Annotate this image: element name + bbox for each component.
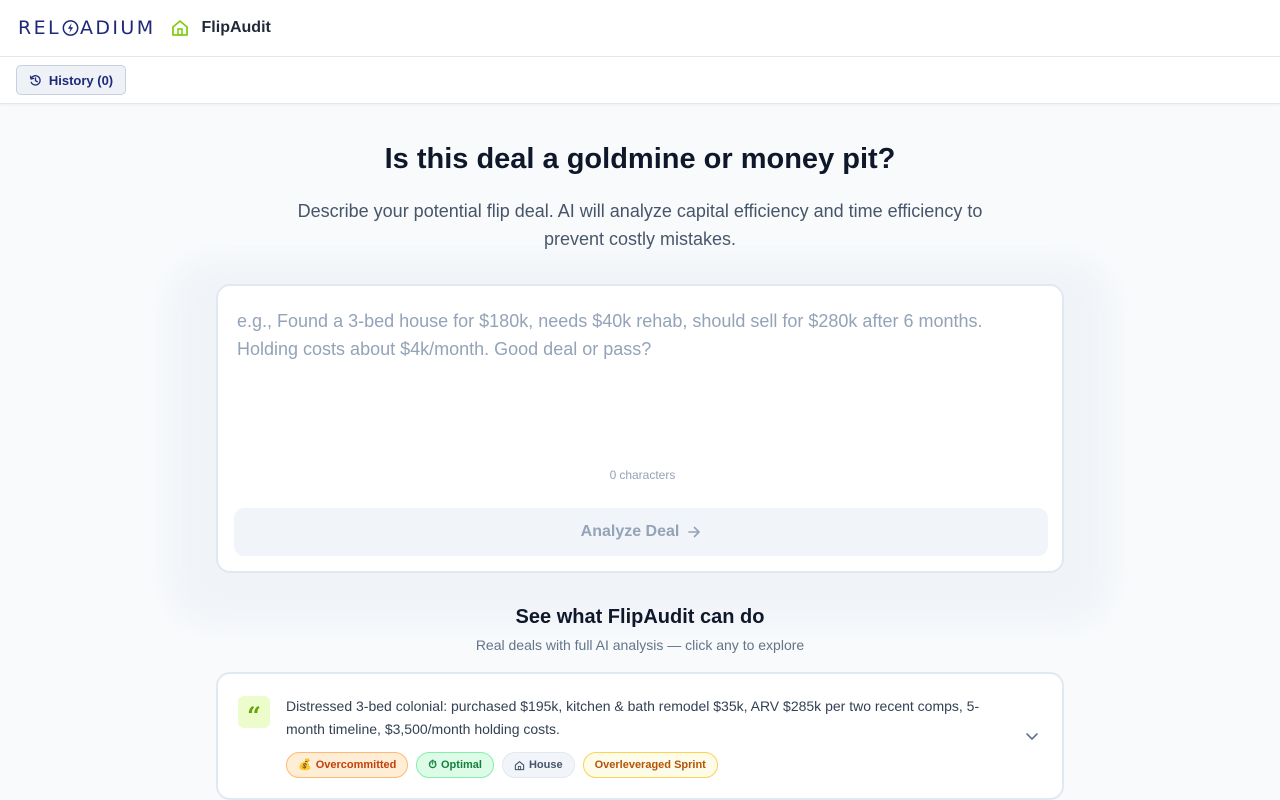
toolbar: History (0) xyxy=(0,57,1280,104)
tag-label: Overleveraged Sprint xyxy=(594,759,706,771)
page-subtitle: Describe your potential flip deal. AI wi… xyxy=(297,201,983,249)
page-title: Is this deal a goldmine or money pit? xyxy=(384,143,896,175)
money-bag-icon: 💰 xyxy=(298,758,312,771)
deal-input-card: 0characters Analyze Deal xyxy=(216,284,1064,573)
house-icon xyxy=(514,760,525,770)
history-button[interactable]: History (0) xyxy=(16,65,126,95)
character-count: 0 characters xyxy=(218,468,1064,482)
examples-title: See what FlipAudit can do xyxy=(515,606,765,628)
app-name: FlipAudit xyxy=(201,19,271,36)
top-bar: REL ADIUM FlipAudit xyxy=(0,0,1280,57)
character-count-value: 0 xyxy=(609,468,617,482)
tag-label: Overcommitted xyxy=(315,759,397,771)
capital-efficiency-tag: 💰 Overcommitted xyxy=(286,752,409,778)
example-deal-text: Distressed 3-bed colonial: purchased $19… xyxy=(286,698,980,737)
tag-label: Optimal xyxy=(441,759,482,771)
history-icon xyxy=(29,74,41,86)
deal-description-input[interactable] xyxy=(237,307,1037,467)
bolt-o-icon xyxy=(62,20,79,36)
history-label: History (0) xyxy=(48,72,114,88)
examples-subtitle: Real deals with full AI analysis — click… xyxy=(475,637,805,653)
property-type-tag: House xyxy=(501,752,575,778)
logo-text-left: REL xyxy=(18,16,61,39)
analyze-deal-label: Analyze Deal xyxy=(580,523,680,540)
logo-text-right: ADIUM xyxy=(80,16,156,39)
quote-icon: “ xyxy=(238,696,270,728)
reloadium-logo[interactable]: REL ADIUM xyxy=(18,16,156,39)
strategy-tag: Overleveraged Sprint xyxy=(582,752,718,778)
analyze-deal-button[interactable]: Analyze Deal xyxy=(234,508,1048,556)
stopwatch-icon: ⏱ xyxy=(428,758,437,771)
arrow-right-icon xyxy=(688,526,701,538)
tag-label: House xyxy=(528,759,563,771)
home-icon xyxy=(171,20,188,36)
time-efficiency-tag: ⏱ Optimal xyxy=(416,752,494,778)
example-deal-card[interactable]: “ Distressed 3-bed colonial: purchased $… xyxy=(216,672,1064,800)
chevron-down-icon[interactable] xyxy=(1024,728,1040,744)
character-count-suffix: characters xyxy=(619,468,676,482)
example-tags: 💰 Overcommitted ⏱ Optimal House Overleve… xyxy=(286,752,718,778)
